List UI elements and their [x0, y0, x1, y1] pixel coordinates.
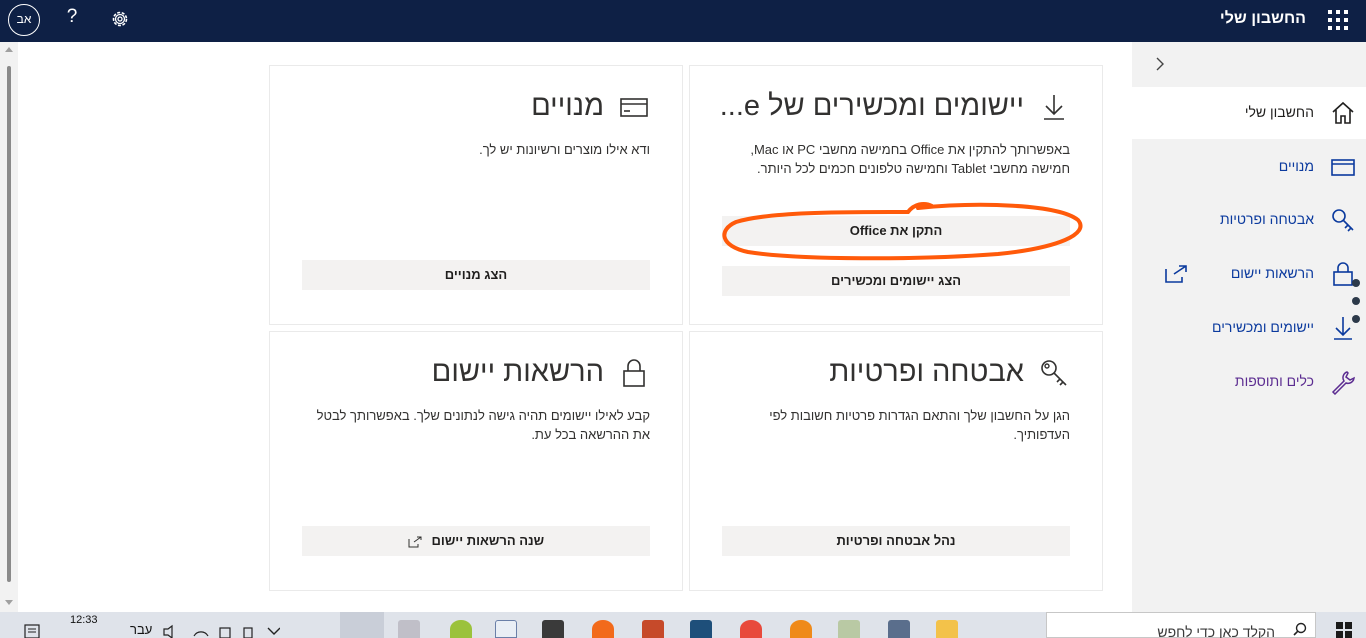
wrench-icon: [1331, 371, 1355, 395]
download-icon: [1044, 94, 1064, 120]
taskbar-app-icon[interactable]: [690, 620, 712, 638]
app-permissions-card: הרשאות יישום קבע לאילו יישומים תהיה גישה…: [270, 332, 682, 590]
sidebar-item-label: יישומים ומכשירים: [1212, 319, 1314, 335]
system-tray-icons[interactable]: [158, 624, 280, 638]
taskbar-search-placeholder: הקלד כאן כדי לחפש: [1157, 624, 1275, 638]
sidebar-item-app-permissions[interactable]: הרשאות יישום: [1132, 248, 1366, 300]
file-explorer-icon[interactable]: [936, 620, 958, 638]
taskbar-app-icon[interactable]: [790, 620, 812, 638]
subscriptions-description: ודא אילו מוצרים ורשיונות יש לך.: [479, 142, 650, 157]
scroll-thumb[interactable]: [7, 66, 11, 582]
scroll-down-icon[interactable]: [5, 600, 13, 605]
lock-icon: [623, 358, 645, 387]
install-office-button[interactable]: התקן את Office: [722, 216, 1070, 246]
top-bar: החשבון שלי אב ?: [0, 0, 1366, 42]
search-icon: [1293, 622, 1307, 636]
taskbar-pinned-apps: [290, 616, 980, 638]
sidebar-item-label: הרשאות יישום: [1230, 265, 1314, 281]
credit-card-icon: [1331, 159, 1355, 176]
calculator-icon[interactable]: [888, 620, 910, 638]
sidebar-item-label: החשבון שלי: [1244, 104, 1314, 120]
manage-security-button[interactable]: נהל אבטחה ופרטיות: [722, 526, 1070, 556]
taskbar-app-icon[interactable]: [398, 620, 420, 638]
apps-devices-card: יישומים ומכשירים של e... באפשרותך להתקין…: [690, 66, 1102, 324]
page-title[interactable]: החשבון שלי: [1220, 0, 1306, 42]
apps-devices-description: באפשרותך להתקין את Office בחמישה מחשבי P…: [750, 142, 1070, 176]
external-link-icon[interactable]: [1164, 264, 1188, 284]
app-permissions-title: הרשאות יישום: [431, 356, 604, 388]
key-icon: [1332, 209, 1354, 232]
avatar[interactable]: אב: [8, 4, 40, 36]
taskbar-search-box[interactable]: הקלד כאן כדי לחפש: [1046, 612, 1316, 638]
app-launcher-icon[interactable]: [1328, 10, 1348, 30]
security-privacy-card: אבטחה ופרטיות הגן על החשבון שלך והתאם הג…: [690, 332, 1102, 590]
firefox-icon[interactable]: [592, 620, 614, 638]
taskbar-app-icon[interactable]: [642, 620, 664, 638]
taskbar-app-icon[interactable]: [838, 620, 860, 638]
sidebar-item-label: כלים ותוספות: [1234, 373, 1314, 389]
chrome-icon[interactable]: [740, 620, 762, 638]
security-privacy-title: אבטחה ופרטיות: [829, 356, 1024, 388]
change-permissions-label: שנה הרשאות יישום: [431, 533, 545, 548]
taskbar-language[interactable]: עבר: [130, 622, 152, 637]
vertical-scrollbar[interactable]: [0, 42, 18, 612]
view-subscriptions-button[interactable]: הצג מנויים: [302, 260, 650, 290]
external-link-icon: [408, 536, 422, 548]
more-options-icon[interactable]: [1351, 279, 1361, 329]
notification-icon[interactable]: [24, 624, 40, 638]
security-privacy-description: הגן על החשבון שלך והתאם הגדרות פרטיות חש…: [769, 408, 1070, 442]
sidebar-item-label: מנויים: [1278, 158, 1314, 174]
apps-devices-title: יישומים ומכשירים של e...: [719, 90, 1024, 122]
taskbar-clock[interactable]: 12:33: [70, 614, 98, 626]
view-apps-devices-button[interactable]: הצג יישומים ומכשירים: [722, 266, 1070, 296]
credit-card-icon: [620, 97, 648, 117]
scroll-up-icon[interactable]: [5, 47, 13, 52]
subscriptions-title: מנויים: [531, 90, 604, 122]
taskbar-app-icon[interactable]: [495, 620, 517, 638]
sidebar-item-security[interactable]: אבטחה ופרטיות: [1132, 194, 1366, 246]
gear-icon[interactable]: [110, 9, 130, 29]
taskbar-app-icon[interactable]: [542, 620, 564, 638]
main-content: יישומים ומכשירים של e... באפשרותך להתקין…: [18, 42, 1132, 612]
change-permissions-button[interactable]: שנה הרשאות יישום: [302, 526, 650, 556]
taskbar-app-icon[interactable]: [450, 620, 472, 638]
key-icon: [1041, 359, 1067, 386]
sidebar-item-my-account[interactable]: החשבון שלי: [1132, 87, 1366, 139]
sidebar-item-label: אבטחה ופרטיות: [1219, 211, 1314, 227]
taskbar: הקלד כאן כדי לחפש 12:33 עבר: [0, 612, 1366, 638]
help-icon[interactable]: ?: [62, 6, 82, 28]
side-navigation: החשבון שלי מנויים אבטחה ופרטיות הרשאות י…: [1132, 42, 1366, 612]
windows-start-icon[interactable]: [1336, 622, 1352, 638]
subscriptions-card: מנויים ודא אילו מוצרים ורשיונות יש לך. ה…: [270, 66, 682, 324]
sidebar-item-tools-addins[interactable]: כלים ותוספות: [1132, 356, 1366, 408]
app-permissions-description: קבע לאילו יישומים תהיה גישה לנתונים שלך.…: [316, 408, 650, 442]
sidebar-item-subscriptions[interactable]: מנויים: [1132, 141, 1366, 193]
sidebar-item-apps-devices[interactable]: יישומים ומכשירים: [1132, 302, 1366, 354]
home-icon: [1332, 101, 1354, 124]
chevron-right-icon[interactable]: [1152, 56, 1168, 72]
